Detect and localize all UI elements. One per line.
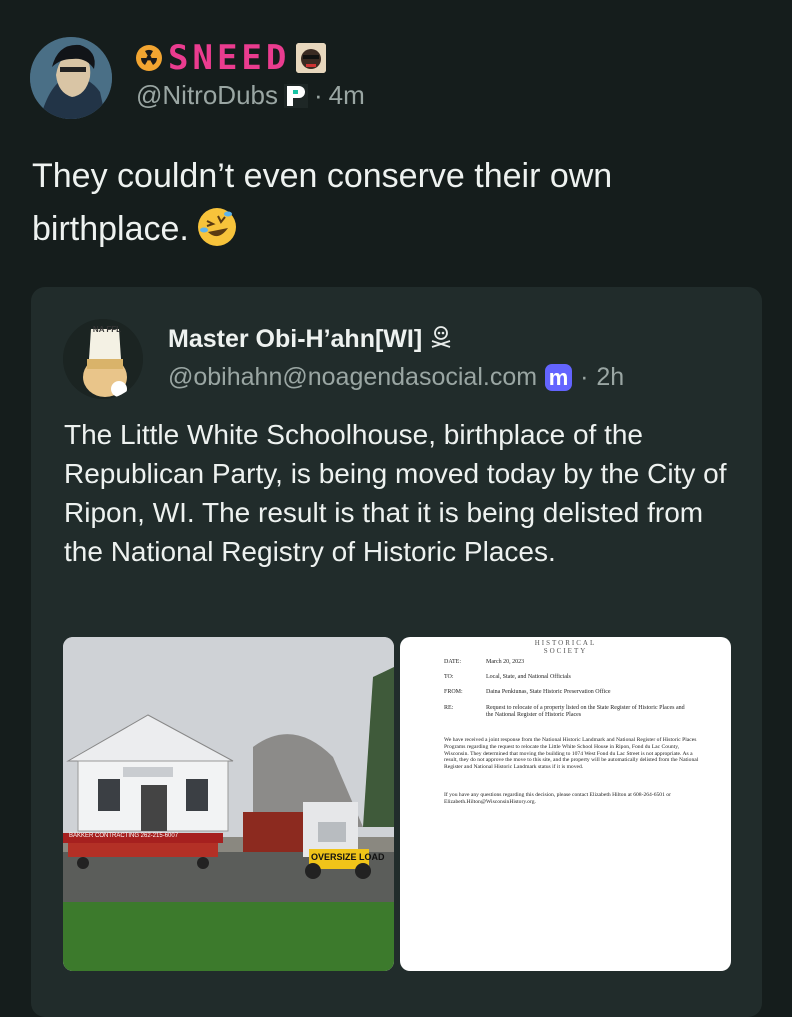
quoted-timestamp[interactable]: 2h — [596, 363, 624, 392]
display-name: SNEED — [168, 38, 291, 78]
mastodon-icon: m — [545, 364, 573, 391]
doc-field-to: TO: Local, State, and National Officials — [444, 674, 686, 680]
quoted-avatar-text: NA FFL — [92, 325, 122, 334]
doc-field-key: RE: — [444, 705, 454, 711]
doc-field-value: Request to relocate of a property listed… — [486, 705, 685, 718]
avatar[interactable] — [30, 37, 112, 119]
doc-field-key: FROM: — [444, 689, 463, 695]
doc-field-value: Daina Penkiunas, State Historic Preserva… — [486, 689, 611, 695]
quoted-display-name: Master Obi-H’ahn[WI] — [168, 325, 423, 353]
timestamp[interactable]: 4m — [329, 80, 365, 111]
quoted-post-text: The Little White Schoolhouse, birthplace… — [64, 419, 727, 567]
display-name-row[interactable]: SNEED — [136, 38, 327, 78]
quoted-avatar[interactable]: NA FFL — [63, 319, 143, 399]
quoted-separator: · — [580, 363, 589, 391]
user-handle[interactable]: @NitroDubs — [136, 80, 278, 111]
media-photo-schoolhouse[interactable]: BAKKER CONTRACTING 262-215-6007 OVERSIZE… — [63, 637, 394, 971]
doc-field-value: Local, State, and National Officials — [486, 674, 571, 680]
rolling-laughing-emoji-icon — [198, 208, 237, 246]
media-document-letter[interactable]: HISTORICAL SOCIETY DATE: March 20, 2023 … — [400, 637, 731, 971]
doc-field-re: RE: Request to relocate of a property li… — [444, 705, 686, 719]
doc-field-key: DATE: — [444, 659, 461, 665]
separator: · — [313, 80, 323, 110]
letterhead-line2: SOCIETY — [543, 647, 588, 655]
radiation-icon — [136, 45, 162, 71]
quoted-user-handle[interactable]: @obihahn@noagendasocial.com — [168, 363, 537, 392]
oversize-load-sign: OVERSIZE LOAD — [311, 852, 385, 862]
quoted-handle-row: @obihahn@noagendasocial.com m · 2h — [168, 363, 624, 392]
avatar-image — [30, 37, 112, 119]
post-text: They couldn’t even conserve their own bi… — [32, 150, 732, 256]
handle-row: @NitroDubs · 4m — [136, 80, 365, 111]
doc-field-date: DATE: March 20, 2023 — [444, 659, 686, 665]
p-badge-icon — [283, 83, 308, 108]
letterhead-line1: HISTORICAL — [534, 639, 597, 647]
doc-field-from: FROM: Daina Penkiunas, State Historic Pr… — [444, 689, 686, 695]
quoted-post-card[interactable]: NA FFL Master Obi-H’ahn[WI] @obihahn@noa… — [31, 287, 762, 1017]
skull-crossbones-icon — [428, 323, 454, 356]
doc-paragraph-2: If you have any questions regarding this… — [444, 792, 671, 805]
doc-field-key: TO: — [444, 674, 454, 680]
custom-emoji-icon — [296, 43, 327, 73]
doc-field-value: March 20, 2023 — [486, 659, 525, 665]
quoted-display-name-row[interactable]: Master Obi-H’ahn[WI] — [168, 323, 454, 356]
post-body: They couldn’t even conserve their own bi… — [32, 157, 613, 248]
mover-text: BAKKER CONTRACTING 262-215-6007 — [69, 833, 179, 839]
letterhead: HISTORICAL SOCIETY — [400, 639, 731, 655]
schoolhouse-photo-image — [63, 637, 394, 971]
doc-paragraph-1: We have received a joint response from t… — [444, 737, 699, 771]
